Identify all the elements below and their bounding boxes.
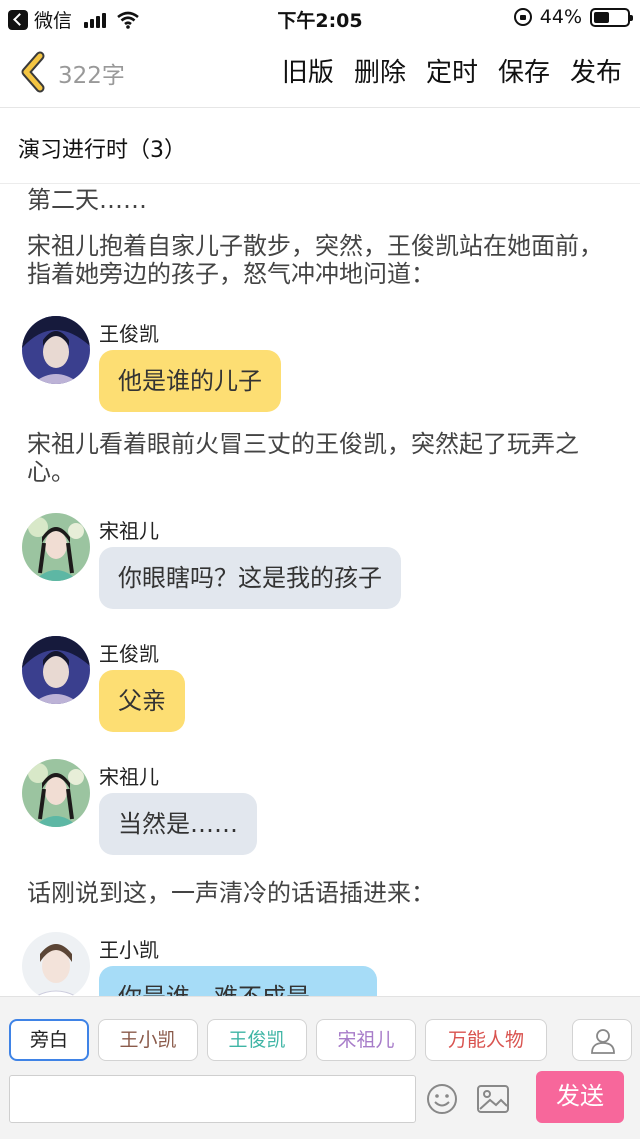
character-chip-narrator[interactable]: 旁白 bbox=[9, 1019, 89, 1061]
character-chip-song-zuer[interactable]: 宋祖儿 bbox=[316, 1019, 416, 1061]
nav-actions: 旧版 删除 定时 保存 发布 bbox=[282, 52, 622, 89]
speaker-name: 王俊凯 bbox=[99, 642, 159, 666]
chat-message[interactable]: 王小凯 你是谁，难不成是…… bbox=[22, 932, 622, 996]
send-button[interactable]: 发送 bbox=[536, 1071, 624, 1123]
message-input[interactable] bbox=[9, 1075, 416, 1123]
story-content[interactable]: 第二天…… 宋祖儿抱着自家儿子散步，突然，王俊凯站在她面前，指着她旁边的孩子，怒… bbox=[0, 184, 640, 996]
old-version-button[interactable]: 旧版 bbox=[282, 52, 334, 89]
publish-button[interactable]: 发布 bbox=[570, 52, 622, 89]
avatar-song-zuer[interactable] bbox=[22, 759, 90, 827]
add-character-button[interactable] bbox=[572, 1019, 632, 1061]
character-chip-universal[interactable]: 万能人物 bbox=[425, 1019, 547, 1061]
emoji-icon[interactable] bbox=[426, 1083, 458, 1115]
avatar-wang-junkai[interactable] bbox=[22, 316, 90, 384]
chat-message[interactable]: 宋祖儿 当然是…… bbox=[22, 759, 622, 859]
back-chevron-icon[interactable] bbox=[18, 50, 48, 94]
narration-text[interactable]: 宋祖儿抱着自家儿子散步，突然，王俊凯站在她面前，指着她旁边的孩子，怒气冲冲地问道… bbox=[27, 232, 617, 288]
battery-icon bbox=[590, 7, 633, 27]
avatar-wang-xiaokai[interactable] bbox=[22, 932, 90, 996]
message-bubble[interactable]: 你是谁，难不成是…… bbox=[99, 966, 377, 996]
chapter-title-row[interactable]: 演习进行时（3） bbox=[0, 108, 640, 184]
narration-text[interactable]: 话刚说到这，一声清冷的话语插进来： bbox=[27, 879, 617, 907]
schedule-button[interactable]: 定时 bbox=[426, 52, 478, 89]
person-icon bbox=[591, 1029, 615, 1054]
chapter-title[interactable]: 演习进行时（3） bbox=[18, 132, 186, 164]
image-icon[interactable] bbox=[476, 1083, 510, 1115]
avatar-song-zuer[interactable] bbox=[22, 513, 90, 581]
status-bar: 微信 下午2:05 44% bbox=[0, 0, 640, 36]
speaker-name: 王小凯 bbox=[99, 938, 159, 962]
chat-message[interactable]: 王俊凯 父亲 bbox=[22, 636, 622, 736]
avatar-wang-junkai[interactable] bbox=[22, 636, 90, 704]
narration-text[interactable]: 宋祖儿看着眼前火冒三丈的王俊凯，突然起了玩弄之心。 bbox=[27, 430, 617, 486]
composer-panel: 旁白 王小凯 王俊凯 宋祖儿 万能人物 发送 bbox=[0, 996, 640, 1139]
character-chip-wang-xiaokai[interactable]: 王小凯 bbox=[98, 1019, 198, 1061]
message-bubble[interactable]: 当然是…… bbox=[99, 793, 257, 855]
chat-message[interactable]: 宋祖儿 你眼瞎吗？这是我的孩子 bbox=[22, 513, 622, 613]
narration-text[interactable]: 第二天…… bbox=[27, 186, 617, 214]
character-selector: 旁白 王小凯 王俊凯 宋祖儿 万能人物 bbox=[9, 1019, 640, 1061]
message-bubble[interactable]: 父亲 bbox=[99, 670, 185, 732]
lock-rotation-icon bbox=[513, 8, 532, 26]
save-button[interactable]: 保存 bbox=[498, 52, 550, 89]
delete-button[interactable]: 删除 bbox=[354, 52, 406, 89]
character-chip-wang-junkai[interactable]: 王俊凯 bbox=[207, 1019, 307, 1061]
chat-message[interactable]: 王俊凯 他是谁的儿子 bbox=[22, 316, 622, 416]
message-bubble[interactable]: 你眼瞎吗？这是我的孩子 bbox=[99, 547, 401, 609]
speaker-name: 王俊凯 bbox=[99, 322, 159, 346]
speaker-name: 宋祖儿 bbox=[99, 765, 159, 789]
word-count: 322字 bbox=[58, 63, 125, 89]
nav-bar: 322字 旧版 删除 定时 保存 发布 bbox=[0, 36, 640, 108]
speaker-name: 宋祖儿 bbox=[99, 519, 159, 543]
message-bubble[interactable]: 他是谁的儿子 bbox=[99, 350, 281, 412]
battery-percent: 44% bbox=[539, 6, 582, 28]
status-right: 44% bbox=[513, 6, 633, 28]
